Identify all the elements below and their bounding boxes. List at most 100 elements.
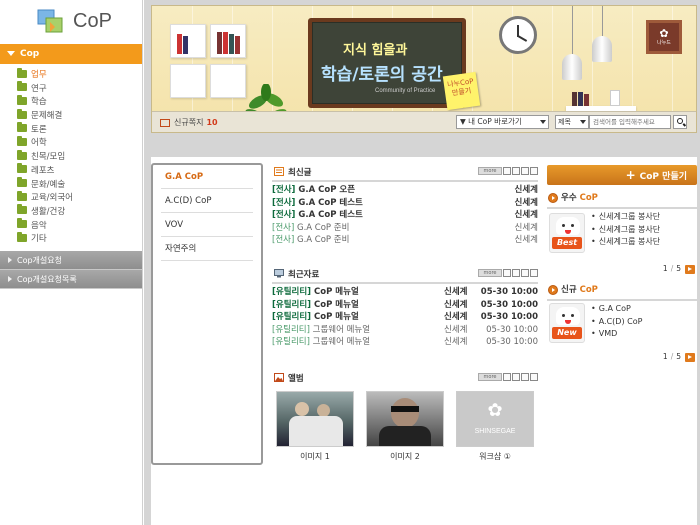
folder-icon [17, 231, 27, 242]
list-item[interactable]: [유틸리티] CoP 메뉴얼 신세계 05-30 10:00 [272, 299, 538, 312]
pagination: 1/5 [663, 352, 695, 362]
list-item[interactable]: [전사] G.A CoP 준비 신세계 [272, 222, 538, 235]
settings-icon[interactable] [521, 166, 529, 175]
link-cop-request-list[interactable]: Cop개설요청목록 [0, 269, 142, 289]
list-item[interactable]: [전사] G.A CoP 테스트 신세계 [272, 209, 538, 222]
list-item[interactable]: [유틸리티] 그룹웨어 메뉴얼 신세계 05-30 10:00 [272, 324, 538, 337]
refresh-icon[interactable] [530, 372, 538, 381]
lamp-icon [562, 6, 582, 80]
new-cop-box: 신규 CoP New G.A CoP A.C(D) CoP VMD 1/5 [547, 283, 697, 373]
menu-item-debate[interactable]: 토론 [17, 122, 142, 138]
refresh-icon[interactable] [530, 268, 538, 277]
refresh-icon[interactable] [530, 166, 538, 175]
folder-icon [17, 218, 27, 229]
menu-item-work[interactable]: 업무 [17, 67, 142, 83]
clock-icon [499, 16, 537, 54]
list-item[interactable]: [전사] G.A CoP 오픈 신세계 [272, 184, 538, 197]
folder-icon [17, 94, 27, 105]
category-menu: 업무 연구 학습 문제해결 토론 어학 친목/모임 레포츠 문화/예술 교육/외… [0, 64, 142, 251]
cop-item-ga[interactable]: G.A CoP [161, 165, 253, 189]
shelf-box [170, 24, 206, 58]
menu-item-sports[interactable]: 레포츠 [17, 163, 142, 179]
menu-item-music[interactable]: 음악 [17, 218, 142, 234]
chevron-down-icon [540, 120, 546, 124]
settings-icon[interactable] [521, 268, 529, 277]
cop-item-vov[interactable]: VOV [161, 213, 253, 237]
menu-item-culture[interactable]: 문화/예술 [17, 177, 142, 193]
menu-item-etc[interactable]: 기타 [17, 231, 142, 247]
minimize-icon[interactable] [503, 166, 511, 175]
link-cop-request[interactable]: Cop개설요청 [0, 250, 142, 270]
menu-item-study[interactable]: 학습 [17, 94, 142, 110]
search-button[interactable] [673, 115, 687, 129]
maximize-icon[interactable] [512, 166, 520, 175]
play-circle-icon [548, 193, 558, 203]
list-item[interactable]: [유틸리티] CoP 메뉴얼 신세계 05-30 10:00 [272, 311, 538, 324]
folder-icon [17, 149, 27, 160]
shelf-box [170, 64, 206, 98]
notice-count: 10 [206, 118, 218, 127]
list-item[interactable]: A.C(D) CoP [591, 316, 643, 329]
menu-item-social[interactable]: 친목/모임 [17, 149, 142, 165]
folder-icon [17, 204, 27, 215]
cop-item-acd[interactable]: A.C(D) CoP [161, 189, 253, 213]
cop-item-nature[interactable]: 자연주의 [161, 237, 253, 261]
logo-text: CoP [73, 10, 112, 32]
album-photo [276, 391, 354, 447]
maximize-icon[interactable] [512, 268, 520, 277]
album-photo: ✿ SHINSEGAE [456, 391, 534, 447]
list-item[interactable]: [전사] G.A CoP 테스트 신세계 [272, 197, 538, 210]
more-button[interactable]: more [478, 372, 502, 381]
minimize-icon[interactable] [503, 268, 511, 277]
list-item[interactable]: G.A CoP [591, 303, 642, 316]
section-title: 앨범 [288, 374, 304, 384]
folder-icon [17, 135, 27, 146]
next-page-button[interactable] [685, 264, 695, 274]
list-item[interactable]: 신세계그룹 봉사단 [591, 224, 660, 237]
folder-icon [17, 67, 27, 78]
list-item[interactable]: 신세계그룹 봉사단 [591, 211, 660, 224]
album-item[interactable]: 이미지 2 [366, 391, 444, 462]
list-item[interactable]: [전사] G.A CoP 준비 신세계 [272, 234, 538, 247]
arrow-right-icon [8, 276, 12, 283]
maximize-icon[interactable] [512, 372, 520, 381]
menu-item-research[interactable]: 연구 [17, 81, 142, 97]
menu-item-language[interactable]: 어학 [17, 135, 142, 151]
folder-icon [17, 122, 27, 133]
photo-icon [274, 373, 284, 382]
list-item[interactable]: [유틸리티] 그룹웨어 메뉴얼 신세계 05-30 10:00 [272, 336, 538, 349]
recent-resources-section: 최근자료 more [유틸리티] CoP 메뉴얼 신세계 05-30 10:00 [… [272, 267, 538, 349]
computer-icon [274, 269, 284, 278]
postit-note[interactable]: 나누CoP 만들기 [442, 71, 481, 111]
more-button[interactable]: more [478, 166, 502, 175]
new-notice[interactable]: 신규쪽지 10 [160, 117, 218, 128]
my-cop-shortcut-select[interactable]: ▼ 내 CoP 바로가기 [456, 115, 549, 129]
menu-item-problem-solving[interactable]: 문제해결 [17, 108, 142, 124]
search-input[interactable] [589, 115, 671, 129]
more-button[interactable]: more [478, 268, 502, 277]
minimize-icon[interactable] [503, 372, 511, 381]
banner: 지식 힘을과 학습/토론의 공간 Community of Practice 나… [151, 5, 697, 133]
chevron-down-icon [580, 120, 586, 124]
logo[interactable]: CoP [0, 0, 142, 44]
list-item[interactable]: 신세계그룹 봉사단 [591, 236, 660, 249]
folder-icon [17, 177, 27, 187]
main-panel: G.A CoP A.C(D) CoP VOV 자연주의 최신글 more [전사… [151, 157, 697, 525]
list-item[interactable]: VMD [591, 328, 642, 341]
album-item[interactable]: ✿ SHINSEGAE 워크샵 ① [456, 391, 534, 462]
search-type-select[interactable]: 제목 [555, 115, 589, 129]
banner-subtitle: Community of Practice [375, 88, 436, 94]
menu-item-education[interactable]: 교육/외국어 [17, 190, 142, 206]
cop-menu-header[interactable]: Cop [0, 44, 142, 64]
album-item[interactable]: 이미지 1 [276, 391, 354, 462]
folder-icon [17, 81, 27, 92]
menu-item-health[interactable]: 생활/건강 [17, 204, 142, 220]
settings-icon[interactable] [521, 372, 529, 381]
section-title: 최신글 [288, 168, 312, 178]
create-cop-button[interactable]: + CoP 만들기 [547, 165, 697, 185]
next-page-button[interactable] [685, 352, 695, 362]
list-item[interactable]: [유틸리티] CoP 메뉴얼 신세계 05-30 10:00 [272, 286, 538, 299]
album-section: 앨범 more 이미지 1 이미지 2 ✿ SHINSEGAE 워크샵 ① [272, 371, 538, 467]
play-circle-icon [548, 285, 558, 295]
banner-title-line2: 학습/토론의 공간 [321, 65, 443, 85]
